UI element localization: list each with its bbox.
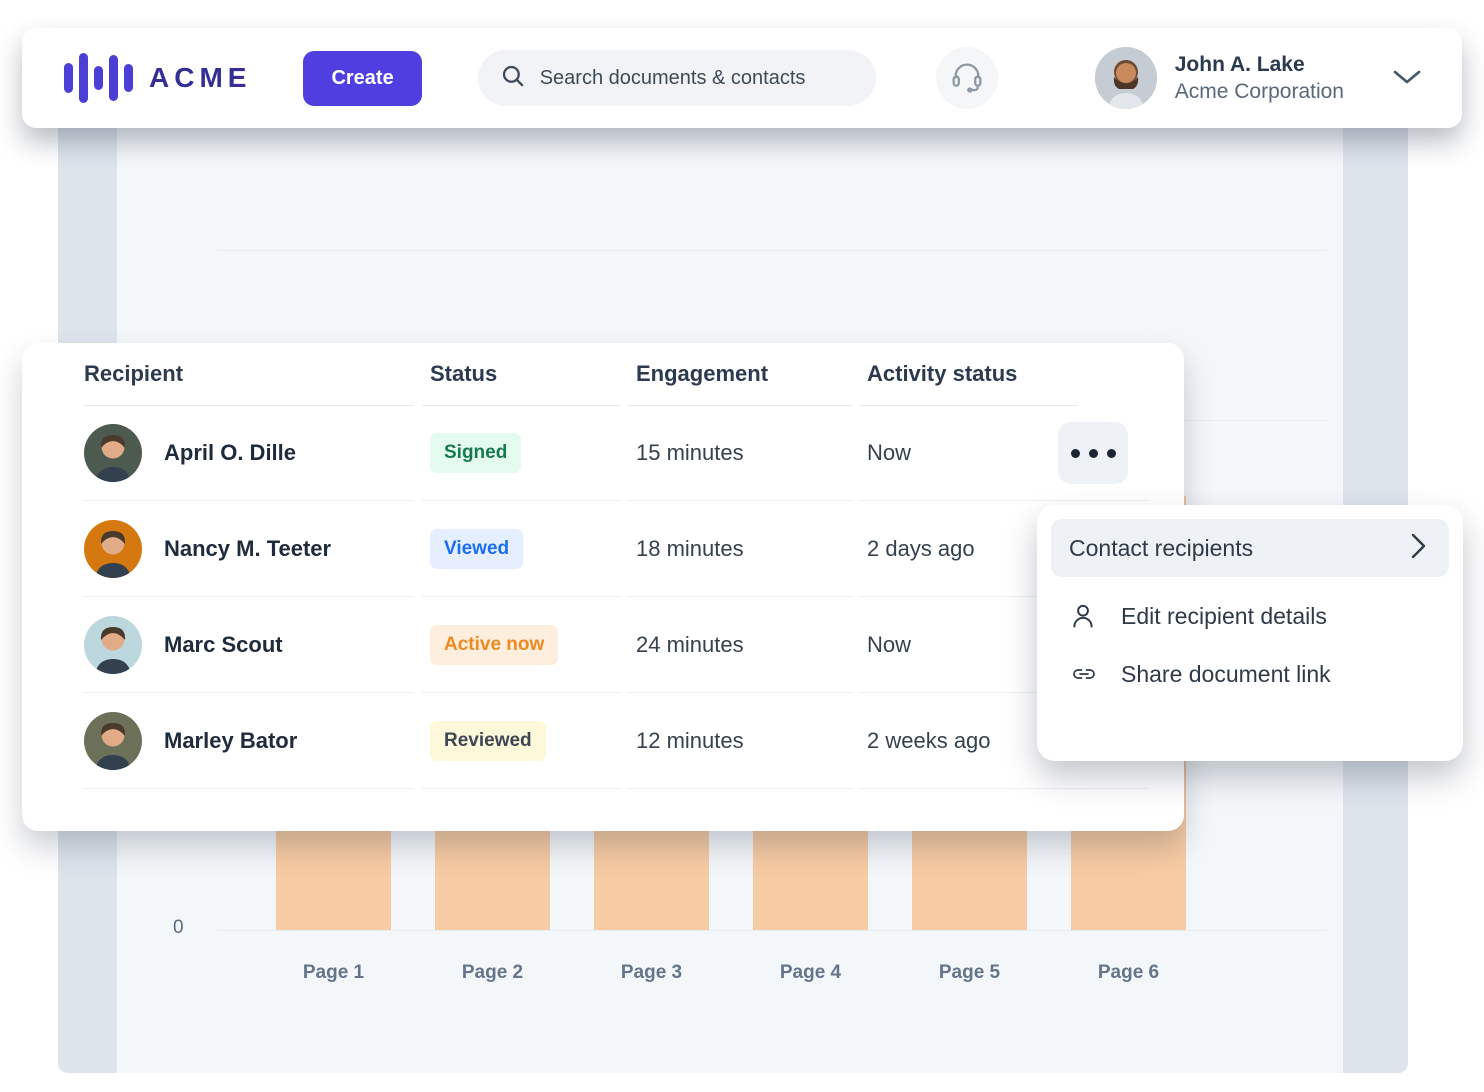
table-row-divider	[860, 788, 1078, 789]
user-profile-menu[interactable]: John A. Lake Acme Corporation	[1095, 47, 1432, 109]
table-row-divider	[1078, 788, 1148, 789]
table-row-divider	[84, 788, 414, 789]
status-cell: Active now	[430, 597, 558, 693]
acme-waveform-logo-icon	[64, 53, 133, 103]
avatar	[1095, 47, 1157, 109]
brand-logo-text: ACME	[149, 62, 251, 94]
search-placeholder: Search documents & contacts	[540, 67, 806, 90]
menu-item-label: Edit recipient details	[1121, 603, 1327, 630]
chart-y-tick-label: 0	[173, 917, 184, 939]
recipient-name: Marley Bator	[164, 728, 297, 754]
engagement-cell: 12 minutes	[636, 693, 744, 789]
avatar	[84, 712, 142, 770]
engagement-value: 12 minutes	[636, 728, 744, 754]
app-screenshot: 0 Page 1 Page 2 Page 3 Page 4 Page 5 Page 6 A…	[0, 0, 1484, 1092]
table-column-header: Engagement	[636, 361, 768, 387]
engagement-value: 18 minutes	[636, 536, 744, 562]
table-body: April O. Dille Signed 15 minutes Now Nancy M…	[22, 405, 1184, 789]
recipient-cell: Marc Scout	[84, 597, 283, 693]
activity-status-value: Now	[867, 632, 911, 658]
row-actions-button[interactable]	[1058, 422, 1128, 484]
avatar	[84, 424, 142, 482]
table-row[interactable]: Marc Scout Active now 24 minutes Now	[22, 597, 1184, 693]
recipients-table-card: Recipient Status Engagement Activity status…	[22, 343, 1184, 831]
chart-x-tick-label: Page 1	[276, 962, 391, 984]
support-button[interactable]	[936, 47, 998, 109]
chart-x-tick-label: Page 3	[594, 962, 709, 984]
menu-item[interactable]: Contact recipients	[1051, 519, 1449, 577]
link-icon	[1069, 662, 1103, 686]
table-row-divider	[422, 788, 620, 789]
status-cell: Signed	[430, 405, 521, 501]
status-cell: Viewed	[430, 501, 523, 597]
row-context-menu: Contact recipients Edit recipient details…	[1037, 505, 1463, 761]
app-header: ACME Create Search documents & contacts	[22, 28, 1462, 128]
recipient-name: April O. Dille	[164, 440, 296, 466]
recipient-cell: April O. Dille	[84, 405, 296, 501]
status-cell: Reviewed	[430, 693, 546, 789]
engagement-cell: 15 minutes	[636, 405, 744, 501]
activity-status-cell: Now	[867, 405, 911, 501]
status-badge: Reviewed	[430, 721, 546, 761]
menu-item-label: Contact recipients	[1069, 535, 1253, 562]
recipient-name: Marc Scout	[164, 632, 283, 658]
chart-gridline	[217, 930, 1327, 931]
person-icon	[1069, 602, 1103, 630]
ellipsis-icon	[1071, 449, 1116, 458]
table-header: Recipient Status Engagement Activity status	[22, 343, 1184, 405]
search-icon	[500, 63, 526, 94]
table-row[interactable]: Marley Bator Reviewed 12 minutes 2 weeks ag…	[22, 693, 1184, 789]
table-column-header: Activity status	[867, 361, 1017, 387]
engagement-value: 24 minutes	[636, 632, 744, 658]
brand-logo[interactable]: ACME	[64, 53, 251, 103]
chart-x-tick-label: Page 5	[912, 962, 1027, 984]
profile-org: Acme Corporation	[1175, 80, 1344, 104]
chart-gridline	[217, 250, 1327, 251]
recipient-cell: Marley Bator	[84, 693, 297, 789]
profile-name: John A. Lake	[1175, 53, 1344, 77]
activity-status-cell: Now	[867, 597, 911, 693]
avatar	[84, 616, 142, 674]
recipient-cell: Nancy M. Teeter	[84, 501, 331, 597]
menu-item[interactable]: Share document link	[1051, 645, 1449, 703]
activity-status-cell: 2 days ago	[867, 501, 975, 597]
table-row[interactable]: April O. Dille Signed 15 minutes Now	[22, 405, 1184, 501]
status-badge: Signed	[430, 433, 521, 473]
engagement-cell: 18 minutes	[636, 501, 744, 597]
menu-spacer	[1051, 577, 1449, 587]
status-badge: Active now	[430, 625, 558, 665]
chart-x-tick-label: Page 6	[1071, 962, 1186, 984]
activity-status-value: 2 weeks ago	[867, 728, 991, 754]
chart-x-tick-label: Page 2	[435, 962, 550, 984]
chevron-down-icon[interactable]	[1390, 65, 1424, 92]
table-column-header: Status	[430, 361, 497, 387]
table-row-divider	[628, 788, 852, 789]
headset-icon	[950, 59, 984, 98]
engagement-value: 15 minutes	[636, 440, 744, 466]
menu-item-label: Share document link	[1121, 661, 1331, 688]
avatar	[84, 520, 142, 578]
table-column-header: Recipient	[84, 361, 183, 387]
activity-status-value: 2 days ago	[867, 536, 975, 562]
recipient-name: Nancy M. Teeter	[164, 536, 331, 562]
menu-item[interactable]: Edit recipient details	[1051, 587, 1449, 645]
engagement-cell: 24 minutes	[636, 597, 744, 693]
search-input[interactable]: Search documents & contacts	[478, 50, 876, 106]
chevron-right-icon	[1405, 529, 1431, 568]
activity-status-cell: 2 weeks ago	[867, 693, 991, 789]
status-badge: Viewed	[430, 529, 523, 569]
chart-x-tick-label: Page 4	[753, 962, 868, 984]
profile-text: John A. Lake Acme Corporation	[1175, 53, 1344, 104]
activity-status-value: Now	[867, 440, 911, 466]
table-row[interactable]: Nancy M. Teeter Viewed 18 minutes 2 days ag…	[22, 501, 1184, 597]
create-button[interactable]: Create	[303, 51, 421, 106]
